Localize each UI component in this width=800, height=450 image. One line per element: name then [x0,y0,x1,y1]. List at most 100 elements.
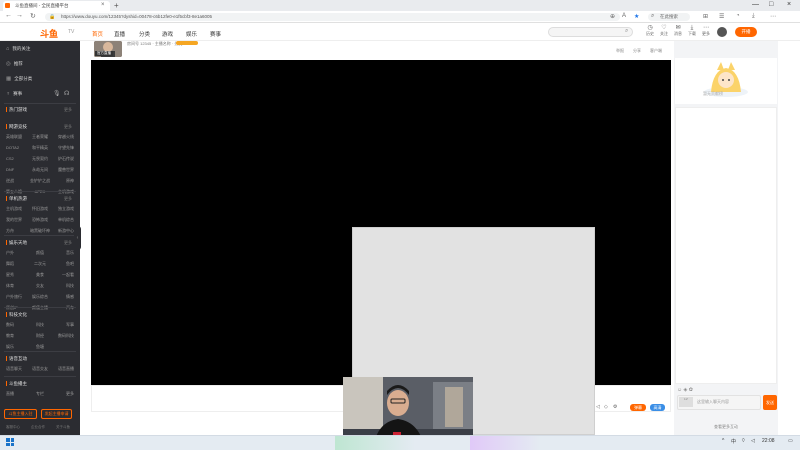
sidebar-category-item[interactable]: 逆战 [6,178,29,184]
sidebar-category-item[interactable]: 和平精英 [29,145,52,151]
maximize-icon[interactable]: □ [769,1,773,8]
sidebar-category-item[interactable]: 户外 [6,250,29,256]
extension-icon[interactable]: ⊞ [703,13,708,20]
chat-messages[interactable] [675,107,777,384]
sidebar-category-item[interactable]: 炉石传说 [51,156,74,162]
sidebar-category-item[interactable]: 音乐 [51,250,74,256]
speaker-icon[interactable]: ◁ [751,438,755,444]
notification-icon[interactable]: ▭ [788,438,793,444]
sidebar-category-item[interactable]: 一起看 [51,272,74,278]
browser-tab[interactable]: 斗鱼直播间 - 全民直播平台 [3,1,110,11]
sidebar-category-item[interactable]: 守望先锋 [51,145,74,151]
sidebar-category-item[interactable]: 独立游戏 [51,206,74,212]
sidebar-category-item[interactable]: 娱乐综合 [29,294,52,300]
sidebar-category-item[interactable]: 魔兽世界 [51,167,74,173]
headset-icon[interactable]: ☊ [64,90,69,97]
sidebar-item-esports[interactable]: ♆ 赛事 [6,91,22,97]
section-more-mobas[interactable]: 更多 [64,124,72,130]
sidebar-item-categories[interactable]: ▦ 全部分类 [6,76,32,82]
back-icon[interactable]: ← [5,12,12,19]
sidebar-category-item[interactable]: 军事 [51,322,74,328]
sidebar-category-item[interactable]: 英雄联盟 [6,134,29,140]
sidebar-category-item[interactable]: 语音直播 [51,366,74,372]
search-icon[interactable]: ⌕ [625,28,628,35]
sidebar-category-item[interactable]: 我的世界 [6,217,29,223]
download-icon[interactable]: ⤓ 下载 [685,25,699,36]
volume-icon[interactable]: ◁ [596,404,600,410]
sidebar-category-item[interactable]: 更多 [51,391,74,397]
nav-item-3[interactable]: 游戏 [162,30,173,38]
danmaku-button[interactable]: 弹幕 [630,404,646,411]
minimize-icon[interactable]: — [752,1,759,8]
sidebar-category-item[interactable]: 单机综合 [51,217,74,223]
gift-icon[interactable]: ◈ [684,387,688,393]
message-icon[interactable]: ✉ 消息 [671,25,685,36]
sidebar-category-item[interactable]: 二次元 [29,261,52,267]
sidebar-category-item[interactable]: 科技 [51,283,74,289]
sidebar-category-item[interactable]: 数码 [6,322,29,328]
clock-time[interactable]: 22:08 [762,438,775,444]
forward-icon[interactable]: → [16,12,23,19]
sidebar-category-item[interactable]: 财经 [29,333,52,339]
sidebar-category-item[interactable]: CS2 [6,156,29,162]
sidebar-category-item[interactable]: 原创IP [6,305,29,311]
sidebar-category-item[interactable]: DOTA2 [6,145,29,151]
sidebar-category-item[interactable]: 数码科技 [51,333,74,339]
sidebar-item-following[interactable]: ⌂ 我的关注 [6,46,30,52]
profile-icon[interactable]: ◔ [736,13,740,19]
sidebar-category-item[interactable]: 原神 [51,178,74,184]
sidebar-category-item[interactable]: 星秀 [6,272,29,278]
sidebar-category-item[interactable]: 新游中心 [51,228,74,234]
sidebar-category-item[interactable]: 主机游戏 [6,206,29,212]
read-icon[interactable]: A [622,13,626,19]
nav-item-4[interactable]: 娱乐 [186,30,197,38]
report-link[interactable]: 举报 [616,48,624,54]
danmaku-icon[interactable]: ◇ [604,404,608,410]
client-link[interactable]: 客户端 [650,48,662,54]
sidebar-item-recommend[interactable]: ◎ 推荐 [6,61,23,67]
favorite-star-icon[interactable]: ★ [634,13,639,20]
sidebar-category-item[interactable]: 教育 [6,333,29,339]
browser-menu-icon[interactable]: ⋯ [770,13,776,20]
share-link[interactable]: 分享 [633,48,641,54]
sidebar-category-item[interactable]: 无畏契约 [29,156,52,162]
windows-start-icon[interactable] [6,438,14,446]
sidebar-category-item[interactable]: 娱乐 [6,344,29,350]
anchor-join-button[interactable]: 斗鱼主播入驻 [4,409,37,419]
sidebar-category-item[interactable]: DNF [6,167,29,173]
sidebar-category-item[interactable]: 体育 [6,283,29,289]
sidebar-category-item[interactable]: 穿越火线 [51,134,74,140]
sidebar-category-item[interactable]: 汽车 [51,305,74,311]
network-icon[interactable]: ⌔ [741,438,746,444]
nav-item-5[interactable]: 赛事 [210,30,221,38]
emoji-icon[interactable]: ☺ [677,387,682,393]
site-search-input[interactable] [548,27,633,37]
sidebar-footer-link[interactable]: 企业合作 [31,425,45,430]
nav-item-0[interactable]: 首页 [92,30,103,38]
sidebar-category-item[interactable]: 第五人格 [6,189,29,195]
right-footer-link[interactable]: 查看更多互动 [714,424,738,430]
section-more-ent[interactable]: 更多 [64,240,72,246]
sidebar-category-item[interactable]: 舞蹈 [6,261,29,267]
site-logo[interactable]: 斗鱼 [40,27,58,40]
more-icon[interactable]: ⋯ 更多 [699,25,713,36]
sidebar-category-item[interactable]: 户外旅行 [6,294,29,300]
sidebar-category-item[interactable]: 直播 [6,391,29,397]
zoom-icon[interactable]: ⊕ [610,13,615,20]
fan-icon[interactable]: ✿ [689,387,693,393]
sidebar-category-item[interactable]: 金铲铲之战 [29,178,52,184]
sidebar-category-item[interactable]: 颜值主播 [29,305,52,311]
nav-item-1[interactable]: 直播 [114,30,125,38]
sidebar-category-item[interactable]: 怀旧游戏 [29,206,52,212]
sidebar-category-item[interactable]: 主机游戏 [51,189,74,195]
quality-button[interactable]: 高清 [650,404,665,411]
send-button[interactable]: 发送 [763,395,777,410]
sidebar-collapse-handle[interactable]: ‹ [74,226,81,250]
refresh-icon[interactable]: ↻ [30,12,36,20]
nav-item-2[interactable]: 分类 [139,30,150,38]
sidebar-category-item[interactable]: 科技 [29,322,52,328]
new-tab-icon[interactable]: + [114,1,119,10]
sidebar-category-item[interactable]: 专栏 [29,391,52,397]
section-more-single[interactable]: 更多 [64,196,72,202]
sidebar-category-item[interactable]: 方舟 [6,228,29,234]
